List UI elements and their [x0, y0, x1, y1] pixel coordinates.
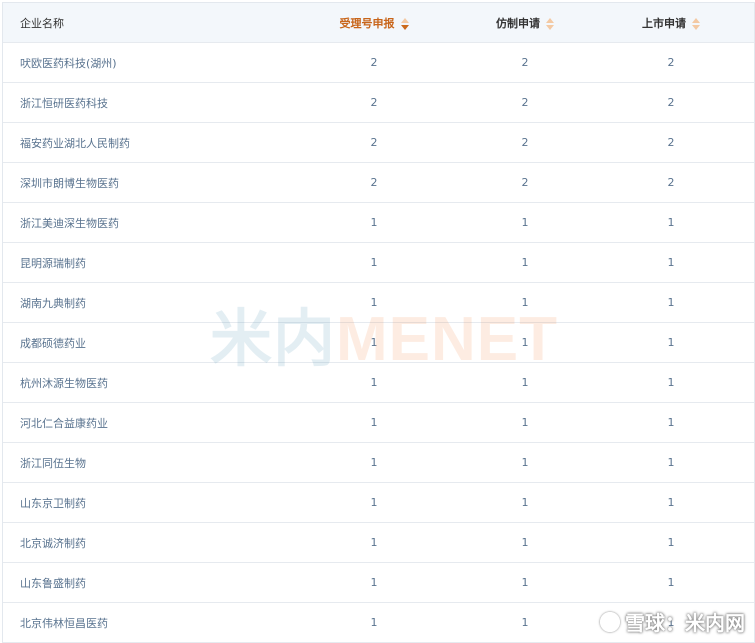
listing-count: 2	[667, 136, 675, 149]
generic-count: 1	[521, 536, 529, 549]
generic-count: 2	[521, 96, 529, 109]
table-row: 成都硕德药业 1 1 1	[3, 323, 754, 363]
generic-count: 1	[521, 216, 529, 229]
table-row: 北京诚济制药 1 1 1	[3, 523, 754, 563]
table-row: 山东鲁盛制药 1 1 1	[3, 563, 754, 603]
company-name[interactable]: 福安药业湖北人民制药	[3, 135, 303, 151]
acceptance-count: 1	[370, 216, 378, 229]
listing-count: 1	[667, 376, 675, 389]
table-row: 浙江美迪深生物医药 1 1 1	[3, 203, 754, 243]
acceptance-count: 1	[370, 336, 378, 349]
company-name[interactable]: 浙江同伍生物	[3, 455, 303, 471]
table-row: 深圳市朗博生物医药 2 2 2	[3, 163, 754, 203]
acceptance-count: 2	[370, 96, 378, 109]
listing-count: 1	[667, 416, 675, 429]
table-row: 昆明源瑞制药 1 1 1	[3, 243, 754, 283]
listing-count: 1	[667, 216, 675, 229]
listing-count: 1	[667, 456, 675, 469]
table-row: 山东京卫制药 1 1 1	[3, 483, 754, 523]
company-name[interactable]: 杭州沐源生物医药	[3, 375, 303, 391]
acceptance-count: 1	[370, 456, 378, 469]
company-name[interactable]: 浙江美迪深生物医药	[3, 215, 303, 231]
table-row: 杭州沐源生物医药 1 1 1	[3, 363, 754, 403]
listing-count: 1	[667, 536, 675, 549]
generic-count: 2	[521, 136, 529, 149]
generic-count: 2	[521, 56, 529, 69]
listing-count: 1	[667, 336, 675, 349]
generic-count: 1	[521, 256, 529, 269]
table-row: 吠欧医药科技(湖州) 2 2 2	[3, 43, 754, 83]
table-row: 浙江恒研医药科技 2 2 2	[3, 83, 754, 123]
listing-count: 2	[667, 56, 675, 69]
table-row: 浙江同伍生物 1 1 1	[3, 443, 754, 483]
listing-count: 2	[667, 176, 675, 189]
table-row: 福安药业湖北人民制药 2 2 2	[3, 123, 754, 163]
generic-count: 1	[521, 496, 529, 509]
table-row: 湖南九典制药 1 1 1	[3, 283, 754, 323]
table-header: 企业名称 受理号申报 仿制申请 上市申请	[3, 3, 754, 43]
generic-count: 1	[521, 336, 529, 349]
listing-count: 2	[667, 96, 675, 109]
acceptance-count: 1	[370, 416, 378, 429]
generic-count: 2	[521, 176, 529, 189]
company-name[interactable]: 吠欧医药科技(湖州)	[3, 55, 303, 71]
company-name[interactable]: 昆明源瑞制药	[3, 255, 303, 271]
company-name[interactable]: 山东京卫制药	[3, 495, 303, 511]
company-table: 企业名称 受理号申报 仿制申请 上市申请 吠欧医药科技(湖州) 2 2 2 浙江恒研医药…	[2, 2, 755, 643]
generic-count: 1	[521, 376, 529, 389]
acceptance-count: 2	[370, 56, 378, 69]
listing-count: 1	[667, 256, 675, 269]
company-name[interactable]: 成都硕德药业	[3, 335, 303, 351]
header-company: 企业名称	[20, 16, 64, 30]
generic-count: 1	[521, 576, 529, 589]
company-name[interactable]: 深圳市朗博生物医药	[3, 175, 303, 191]
listing-count: 1	[667, 576, 675, 589]
acceptance-count: 1	[370, 576, 378, 589]
xueqiu-watermark: 雪球：米内网	[600, 607, 745, 636]
sort-icon[interactable]	[692, 17, 700, 30]
sort-icon[interactable]	[546, 17, 554, 30]
company-name[interactable]: 浙江恒研医药科技	[3, 95, 303, 111]
company-name[interactable]: 北京诚济制药	[3, 535, 303, 551]
generic-count: 1	[521, 616, 529, 629]
header-listing[interactable]: 上市申请	[605, 15, 737, 31]
acceptance-count: 1	[370, 616, 378, 629]
acceptance-count: 1	[370, 256, 378, 269]
generic-count: 1	[521, 296, 529, 309]
company-name[interactable]: 河北仁合益康药业	[3, 415, 303, 431]
listing-count: 1	[667, 496, 675, 509]
header-acceptance[interactable]: 受理号申报	[303, 15, 445, 31]
xueqiu-logo-icon	[600, 611, 620, 632]
generic-count: 1	[521, 416, 529, 429]
sort-icon[interactable]	[400, 17, 409, 30]
acceptance-count: 2	[370, 136, 378, 149]
acceptance-count: 2	[370, 176, 378, 189]
table-row: 河北仁合益康药业 1 1 1	[3, 403, 754, 443]
listing-count: 1	[667, 296, 675, 309]
acceptance-count: 1	[370, 376, 378, 389]
acceptance-count: 1	[370, 536, 378, 549]
company-name[interactable]: 山东鲁盛制药	[3, 575, 303, 591]
acceptance-count: 1	[370, 496, 378, 509]
acceptance-count: 1	[370, 296, 378, 309]
generic-count: 1	[521, 456, 529, 469]
company-name[interactable]: 湖南九典制药	[3, 295, 303, 311]
company-name[interactable]: 北京伟林恒昌医药	[3, 615, 303, 631]
header-generic[interactable]: 仿制申请	[445, 15, 605, 31]
